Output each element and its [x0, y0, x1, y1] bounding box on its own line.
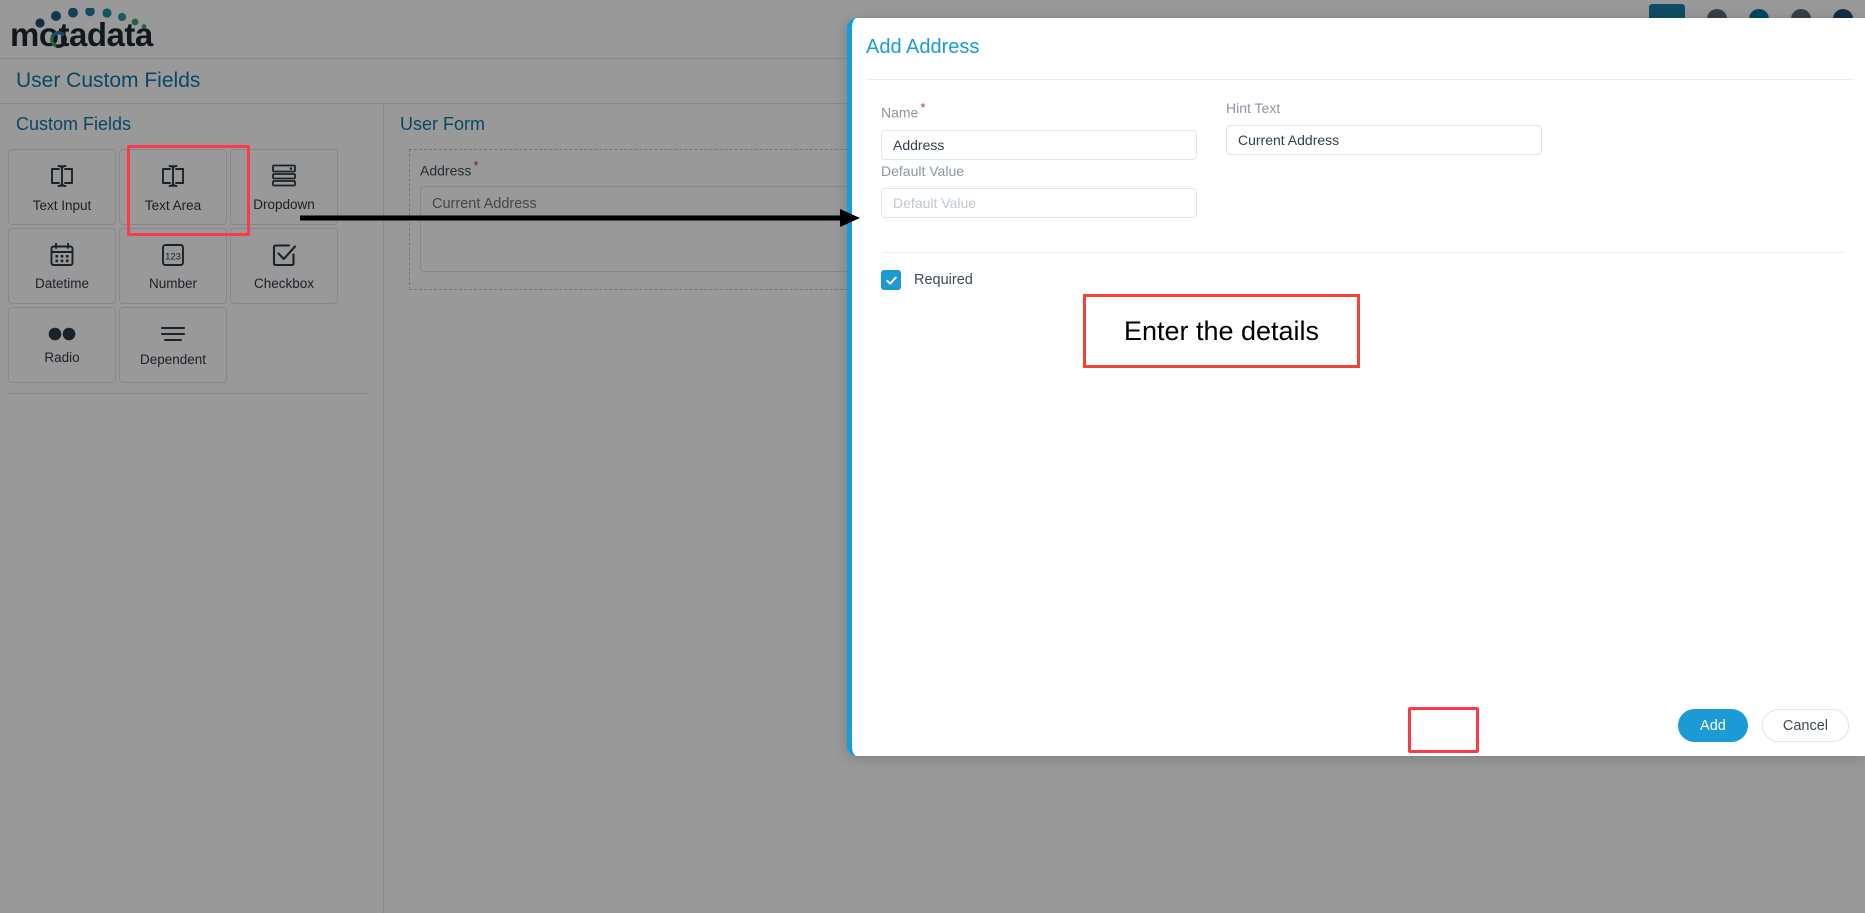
palette-tile-label: Dependent [139, 351, 207, 367]
palette-tile-label: Radio [44, 349, 80, 365]
hint-text-input[interactable] [1226, 125, 1542, 155]
checkbox-icon [271, 242, 297, 268]
page-title: User Custom Fields [16, 69, 201, 92]
logo-o-accent [50, 31, 67, 48]
palette-tile-label: Number [148, 275, 197, 291]
required-checkbox-row[interactable]: Required [881, 270, 973, 290]
annotation-note-enter-details: Enter the details [1083, 294, 1360, 368]
user-form-title: User Form [400, 114, 485, 134]
number-123-icon: 123 [160, 242, 186, 268]
logo-wordmark: motadata [10, 16, 153, 53]
radio-icon [46, 326, 78, 342]
palette-tile-dependent[interactable]: Dependent [119, 307, 227, 383]
palette-tile-text-area[interactable]: Text Area [119, 149, 227, 225]
palette-tile-label: Text Input [32, 197, 92, 213]
hint-text-field-label: Hint Text [1226, 100, 1281, 116]
palette-tile-datetime[interactable]: Datetime [8, 228, 116, 304]
name-input[interactable] [881, 129, 1197, 160]
required-checkbox[interactable] [881, 270, 901, 290]
name-required-asterisk: * [920, 100, 926, 115]
name-field-group: Name * [881, 100, 1197, 160]
add-address-dialog: Add Address Name* Hint Text Default Valu… [847, 18, 1865, 756]
default-value-input[interactable] [881, 188, 1197, 218]
dialog-footer: Add Cancel [1678, 709, 1849, 742]
hint-text-field-group: Hint Text [1226, 100, 1542, 155]
palette-tile-radio[interactable]: Radio [8, 307, 116, 383]
calendar-icon [49, 242, 75, 268]
dialog-section-divider [882, 252, 1844, 253]
palette-tile-number[interactable]: 123 Number [119, 228, 227, 304]
screen: motadata User Custom Fields Custom Field… [0, 0, 1865, 913]
cancel-button[interactable]: Cancel [1761, 709, 1849, 742]
required-checkbox-label: Required [914, 272, 973, 288]
palette-tile-label: Datetime [34, 275, 90, 291]
motadata-logo: motadata [10, 8, 162, 53]
default-value-field-group: Default Value [881, 163, 1197, 218]
default-value-field-label: Default Value [881, 163, 965, 179]
palette-tile-dropdown[interactable]: Dropdown [230, 149, 338, 225]
palette-tile-label: Checkbox [253, 275, 315, 291]
required-asterisk: * [473, 158, 479, 173]
palette-tile-text-input[interactable]: Text Input [8, 149, 116, 225]
annotation-note-text: Enter the details [1123, 315, 1320, 346]
custom-fields-title: Custom Fields [16, 114, 132, 134]
preview-field-label-text: Address [420, 162, 472, 179]
dropdown-icon [270, 163, 298, 189]
svg-text:123: 123 [165, 251, 181, 262]
dependent-icon [158, 324, 188, 344]
palette-tile-label: Dropdown [253, 196, 315, 212]
custom-fields-panel: Custom Fields Text Input Text Area Dropd… [0, 104, 384, 913]
text-area-icon [158, 162, 188, 190]
field-type-palette: Text Input Text Area Dropdown Datetime 1… [8, 149, 368, 383]
palette-tile-label: Text Area [144, 197, 202, 213]
name-field-label: Name * [881, 100, 1197, 121]
text-input-icon [47, 162, 77, 190]
palette-tile-checkbox[interactable]: Checkbox [230, 228, 338, 304]
check-icon [885, 276, 897, 285]
dialog-title-divider [866, 79, 1854, 80]
name-label-text: Name [881, 104, 919, 121]
dialog-title: Add Address [866, 36, 980, 58]
add-button[interactable]: Add [1678, 709, 1748, 742]
palette-divider [8, 393, 368, 394]
